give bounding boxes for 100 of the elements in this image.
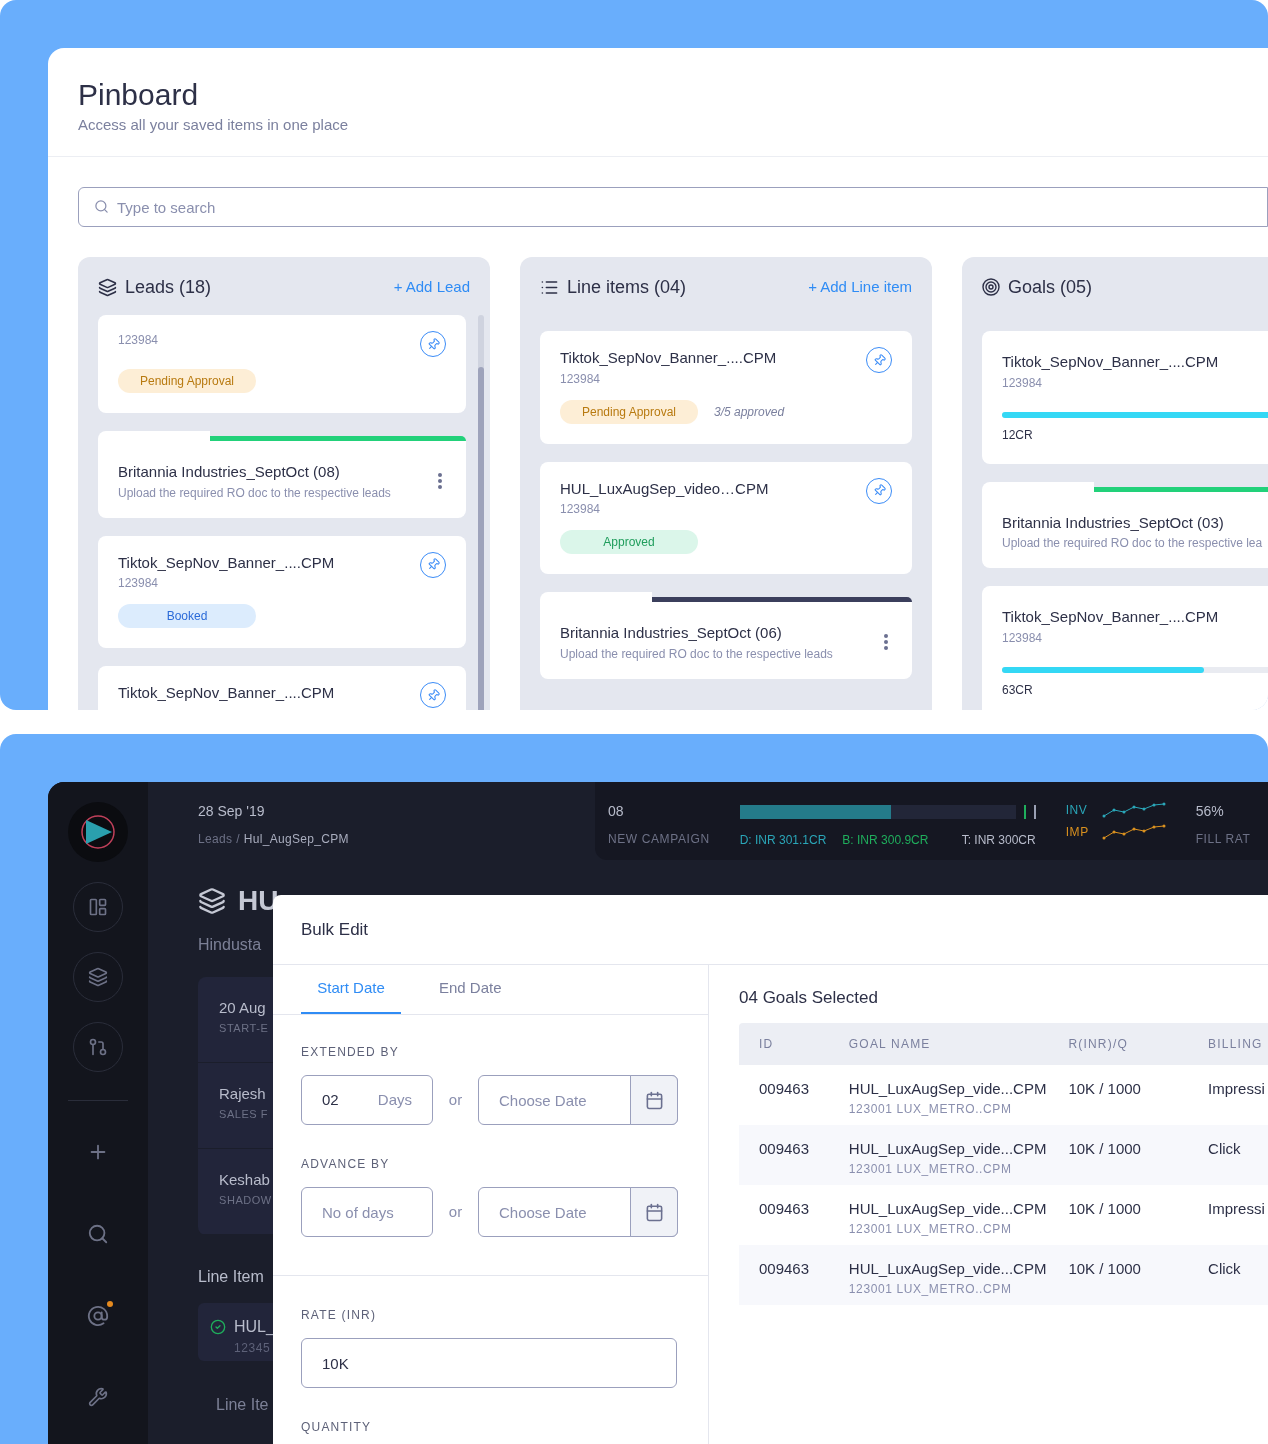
trend-label: INV — [1065, 802, 1089, 819]
booked-marker — [1023, 805, 1026, 819]
card-title: Tiktok_SepNov_Banner_....CPM — [118, 552, 335, 573]
group-card[interactable]: Britannia Industries_SeptOct (03) Upload the required RO doc to the respective lea — [982, 491, 1268, 568]
item-card[interactable]: Tiktok_SepNov_Banner_....CPM 123984 Pending Approval 3/5 approved — [540, 331, 912, 444]
calendar-button[interactable] — [630, 1075, 678, 1125]
table-cell-text: HUL_LuxAugSep_vide...CPM — [848, 1258, 1048, 1279]
modal-title: Bulk Edit — [301, 918, 369, 941]
calendar-button[interactable] — [630, 1187, 678, 1237]
breadcrumb-current: Hul_AugSep_CPM — [243, 831, 349, 848]
status-badge: Pending Approval — [118, 369, 256, 393]
table-cell-text: 10K / 1000 — [1068, 1138, 1142, 1159]
table-cell-text: HUL_LuxAugSep_vide...CPM — [848, 1138, 1048, 1159]
section-title: Line Ite — [216, 1395, 269, 1415]
sparkline — [1101, 824, 1166, 840]
layers-icon — [98, 277, 117, 297]
goal-card[interactable]: Tiktok_SepNov_Banner_....CPM 123984 12CR — [982, 331, 1268, 464]
detail-value: Rajesh — [219, 1084, 266, 1104]
layers-icon — [198, 887, 226, 915]
search-field[interactable]: Type to search — [78, 187, 1268, 227]
card-subtitle: Upload the required RO doc to the respective lea — [1002, 535, 1263, 552]
table-cell-text: Click — [1208, 1258, 1242, 1279]
date-text: 28 Sep '19 — [198, 802, 266, 821]
days-unit: Days — [377, 1089, 412, 1110]
status-badge: Pending Approval — [560, 399, 698, 424]
goal-card[interactable]: Tiktok_SepNov_Banner_....CPM 123984 63CR — [982, 586, 1268, 710]
card-id: 123984 — [118, 332, 159, 349]
card-title: Tiktok_SepNov_Banner_....CPM — [1002, 607, 1220, 627]
detail-label: SHADOW — [219, 1192, 272, 1208]
table-cell-text: 10K / 1000 — [1068, 1198, 1142, 1219]
card-id: 123984 — [118, 575, 160, 592]
or-text: or — [447, 1089, 464, 1110]
table-cell-text: HUL_LuxAugSep_vide...CPM — [848, 1198, 1048, 1219]
target-value: T: INR 300CR — [961, 832, 1036, 849]
card-title: HUL_LuxAugSep_video…CPM — [560, 478, 769, 499]
layers-icon[interactable] — [73, 952, 123, 1002]
line-item-name: HUL_ — [234, 1317, 275, 1337]
booked-value: B: INR 300.9CR — [842, 832, 929, 849]
detail-label: SALES F — [219, 1106, 269, 1122]
tab[interactable]: End Date — [439, 965, 539, 1014]
item-card[interactable]: Tiktok_SepNov_Banner_....CPM 123984 Booked — [98, 535, 466, 648]
more-icon — [884, 634, 888, 651]
column-title: Line items (04) — [567, 275, 687, 299]
campaign-label: NEW CAMPAIGN — [608, 831, 710, 848]
column-title: Leads (18) — [125, 275, 212, 299]
table-cell-text: 009463 — [758, 1138, 811, 1159]
card-subtitle: Upload the required RO doc to the respective leads — [118, 484, 392, 502]
card-title: Britannia Industries_SeptOct (03) — [1002, 512, 1225, 533]
delivered-value: D: INR 301.1CR — [739, 832, 827, 849]
column-header: R(INR)/Q — [1068, 1035, 1129, 1053]
more-icon — [438, 473, 442, 490]
panel-icon[interactable] — [73, 882, 123, 932]
wrench-icon[interactable] — [88, 1387, 108, 1407]
fill-rate-label: FILL RAT — [1195, 831, 1251, 848]
card-title: Tiktok_SepNov_Banner_....CPM — [1002, 352, 1220, 372]
card-title: Britannia Industries_SeptOct (06) — [560, 623, 783, 643]
target-icon — [982, 278, 1000, 296]
calendar-icon — [644, 1090, 664, 1110]
breadcrumb-separator: / — [236, 831, 240, 848]
card-id: 123984 — [1002, 374, 1044, 392]
fill-rate-value: 56% — [1195, 802, 1225, 821]
check-icon — [210, 1319, 226, 1335]
column-header: ID — [758, 1035, 775, 1053]
table-cell-subtext: 123001 LUX_METRO..CPM — [848, 1101, 1013, 1118]
detail-value: 20 Aug — [219, 998, 266, 1018]
table-cell-text: 009463 — [758, 1258, 811, 1279]
group-card[interactable]: Britannia Industries_SeptOct (08) Upload the required RO doc to the respective leads — [98, 441, 466, 518]
card-amount: 12CR — [1002, 426, 1034, 444]
table-row[interactable]: 009463 HUL_LuxAugSep_vide...CPM 123001 LUX_METRO..CPM 10K / 1000 Click — [739, 1244, 1268, 1305]
table-cell-text: Impressi — [1208, 1078, 1266, 1099]
scrollbar[interactable] — [478, 315, 484, 710]
card-amount: 63CR — [1002, 681, 1034, 699]
item-card[interactable]: Tiktok_SepNov_Banner_....CPM — [98, 666, 466, 710]
item-card[interactable]: HUL_LuxAugSep_video…CPM 123984 Approved — [540, 461, 912, 574]
table-row[interactable]: 009463 HUL_LuxAugSep_vide...CPM 123001 LUX_METRO..CPM 10K / 1000 Click — [739, 1124, 1268, 1185]
field-label: EXTENDED BY — [301, 1044, 400, 1061]
group-card[interactable]: Britannia Industries_SeptOct (06) Upload the required RO doc to the respective leads — [540, 602, 912, 679]
branch-icon[interactable] — [73, 1022, 123, 1072]
or-text: or — [447, 1201, 464, 1222]
line-item-id: 12345 — [234, 1340, 272, 1357]
approval-note: 3/5 approved — [714, 403, 785, 421]
field-label: ADVANCE BY — [301, 1156, 391, 1173]
selection-title: 04 Goals Selected — [739, 987, 879, 1009]
days-field[interactable]: No of days — [301, 1187, 433, 1237]
page-title: Pinboard — [78, 77, 200, 113]
table-cell-text: HUL_LuxAugSep_vide...CPM — [848, 1078, 1048, 1099]
card-subtitle: Upload the required RO doc to the respective leads — [560, 645, 834, 663]
calendar-icon — [644, 1202, 664, 1222]
table-cell-text: 009463 — [758, 1078, 811, 1099]
table-cell-text: 009463 — [758, 1198, 811, 1219]
column-header: BILLING — [1208, 1035, 1264, 1053]
section-title: Line Item — [198, 1267, 264, 1287]
search-icon[interactable] — [87, 1223, 109, 1245]
card-title: Tiktok_SepNov_Banner_....CPM — [560, 348, 777, 368]
rate-field[interactable]: 10K — [301, 1338, 677, 1388]
detail-label: START-E — [219, 1020, 269, 1036]
lead-subheading: Hindusta — [198, 935, 263, 955]
status-badge: Approved — [560, 530, 698, 554]
target-marker — [1033, 805, 1036, 819]
days-field[interactable]: 02 Days — [301, 1075, 433, 1125]
